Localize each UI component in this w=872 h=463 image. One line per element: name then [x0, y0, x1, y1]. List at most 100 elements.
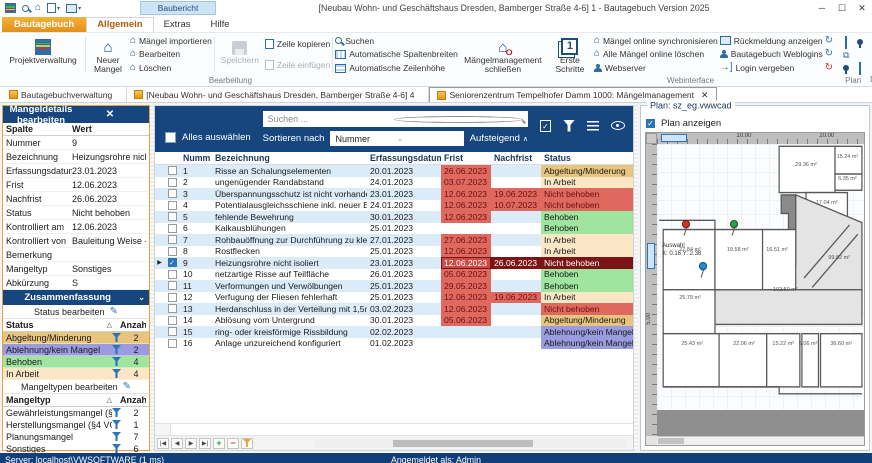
search-input[interactable]: Suchen ... — [263, 111, 528, 127]
erste-schritte-button[interactable]: 1 Erste Schritte — [548, 34, 592, 75]
filter-icon[interactable] — [112, 345, 126, 354]
plan-pin2-button[interactable] — [843, 63, 849, 74]
document-tab[interactable]: Bautagebuchverwaltung — [2, 87, 127, 102]
sort-direction-button[interactable]: Aufsteigend ∧ — [470, 133, 528, 144]
plan-pin-button[interactable] — [857, 37, 863, 48]
row-checkbox[interactable]: ✓ — [168, 281, 177, 290]
horizontal-scrollbar[interactable] — [315, 439, 627, 448]
details-row[interactable]: Bemerkung — [3, 248, 149, 262]
details-row[interactable]: Status Nicht behoben — [3, 206, 149, 220]
status-summary-row[interactable]: Ablehnung/kein Mangel 2 — [3, 344, 149, 356]
webserver-button[interactable]: Webserver — [594, 62, 718, 75]
row-checkbox[interactable]: ✓ — [168, 270, 177, 279]
row-checkbox[interactable]: ✓ — [168, 316, 177, 325]
filter-icon[interactable] — [112, 408, 126, 417]
plan-scrollbar-thumb[interactable] — [658, 438, 684, 444]
remove-row-button[interactable]: − — [227, 438, 239, 449]
weblogins-button[interactable]: Bautagebuch Weblogins — [720, 48, 823, 61]
nav-first-button[interactable]: |◀ — [157, 438, 169, 449]
row-checkbox[interactable]: ✓ — [168, 178, 177, 187]
defect-row[interactable]: ✓ 4 Potentialausgleichsschiene inkl. neu… — [155, 200, 633, 212]
nav-prev-button[interactable]: ◀ — [171, 438, 183, 449]
login-vergeben-button[interactable]: →]Login vergeben — [720, 62, 823, 75]
alle-maengel-online-loeschen-button[interactable]: ⌂Alle Mängel online löschen — [594, 48, 718, 61]
column-header-nachfrist[interactable]: Nachfrist — [491, 153, 541, 163]
document-tab[interactable]: [Neubau Wohn- und Geschäftshaus Dresden,… — [127, 87, 429, 102]
maengelmanagement-schliessen-button[interactable]: ⌂ Mängelmanagement schließen — [464, 34, 542, 75]
defect-map-pin[interactable] — [730, 220, 738, 228]
row-checkbox[interactable]: ✓ — [168, 339, 177, 348]
window-quick-icon[interactable]: ▾ — [65, 2, 82, 15]
rueckmeldung-anzeigen-button[interactable]: Rückmeldung anzeigen — [720, 34, 823, 47]
defect-map-pin[interactable] — [699, 262, 707, 270]
status-summary-row[interactable]: Abgeltung/Minderung 2 — [3, 332, 149, 344]
defect-row[interactable]: ✓ 1 Risse an Schalungselementen 20.01.20… — [155, 165, 633, 177]
ribbon-tab[interactable]: Bautagebuch — [2, 17, 86, 32]
details-row[interactable]: Frist 12.06.2023 — [3, 178, 149, 192]
edit-status-button[interactable]: Status bearbeiten ✎ — [3, 305, 149, 319]
defect-row[interactable]: ✓ 12 Verfugung der Fliesen fehlerhaft 25… — [155, 292, 633, 304]
ribbon-tab[interactable]: Allgemein — [86, 17, 153, 32]
sync-option-3-button[interactable]: ↻ — [825, 62, 833, 75]
defect-row[interactable]: ▶ ✓ 9 Heizungsrohre nicht isoliert 23.01… — [155, 257, 633, 269]
column-header-frist[interactable]: Frist — [441, 153, 491, 163]
show-plan-control[interactable]: ✓ Plan anzeigen — [645, 114, 865, 132]
maximize-button[interactable]: ☐ — [832, 1, 852, 16]
add-row-button[interactable]: + — [213, 438, 225, 449]
column-header-erfassungsdatum[interactable]: Erfassungsdatum — [367, 153, 441, 163]
filter-icon[interactable] — [112, 432, 126, 441]
row-checkbox[interactable]: ✓ — [168, 304, 177, 313]
ribbon-tab[interactable]: Hilfe — [201, 18, 240, 32]
defect-row[interactable]: ✓ 8 Rostflecken 25.01.2023 12.06.2023 In… — [155, 246, 633, 258]
auto-zeilenhoehe-button[interactable]: Automatische Zeilenhöhe — [335, 62, 458, 75]
row-checkbox[interactable]: ✓ — [168, 212, 177, 221]
grid-filter-button[interactable] — [241, 438, 253, 449]
row-checkbox[interactable]: ✓ — [168, 247, 177, 256]
nav-last-button[interactable]: ▶| — [199, 438, 211, 449]
select-all-control[interactable]: Alles auswählen — [165, 132, 251, 143]
list-view-icon[interactable] — [587, 121, 599, 131]
sync-option-2-button[interactable]: ↻ — [825, 48, 833, 61]
maengel-importieren-button[interactable]: ⌂Mängel importieren — [130, 34, 212, 47]
plan-horizontal-scrollbar[interactable] — [657, 436, 864, 445]
speichern-button[interactable]: Speichern — [217, 34, 263, 75]
column-header-status[interactable]: Status — [541, 153, 633, 163]
edit-form-icon[interactable]: ✓ — [540, 120, 551, 132]
ribbon-tab[interactable]: Extras — [154, 18, 201, 32]
select-all-checkbox[interactable] — [165, 132, 176, 143]
defect-row[interactable]: ✓ 3 Überspannungsschutz ist nicht vorhan… — [155, 188, 633, 200]
row-checkbox[interactable]: ✓ — [168, 327, 177, 336]
neuer-mangel-button[interactable]: ⌂ Neuer Mangel — [88, 34, 128, 75]
filter-icon[interactable] — [112, 420, 126, 429]
defect-row[interactable]: ✓ 7 Rohbauöffnung zur Durchführung zu kl… — [155, 234, 633, 246]
maengel-online-sync-button[interactable]: ⌂Mängel online synchronisieren — [594, 34, 718, 47]
sort-select[interactable]: Nummer ⌄ — [330, 131, 463, 146]
plan-link-button[interactable]: ⧉ — [843, 50, 849, 61]
plan-image-pin-button[interactable] — [845, 37, 847, 48]
row-checkbox[interactable]: ✓ — [168, 201, 177, 210]
projektverwaltung-quick-icon[interactable] — [4, 2, 17, 15]
details-row[interactable]: Abkürzung S — [3, 276, 149, 290]
home-quick-icon[interactable]: ⌂ — [34, 2, 42, 15]
close-button[interactable]: ✕ — [852, 1, 872, 16]
row-checkbox[interactable]: ✓ — [168, 166, 177, 175]
suchen-button[interactable]: Suchen — [335, 34, 458, 47]
column-header-bezeichnung[interactable]: Bezeichnung — [212, 153, 367, 163]
row-checkbox[interactable]: ✓ — [168, 189, 177, 198]
nav-next-button[interactable]: ▶ — [185, 438, 197, 449]
details-row[interactable]: Kontrolliert von Bauleitung Weise - ... — [3, 234, 149, 248]
show-plan-checkbox[interactable]: ✓ — [645, 118, 656, 129]
row-checkbox[interactable]: ✓ — [168, 293, 177, 302]
plan-canvas[interactable]: Auswahl X: 0.16 Y: 2.38 29.36 m²15.24 m²… — [657, 144, 864, 436]
status-summary-row[interactable]: In Arbeit 4 — [3, 368, 149, 380]
minimize-button[interactable]: ─ — [812, 1, 832, 16]
horizontal-scrollbar-thumb[interactable] — [393, 440, 533, 447]
defect-map-pin[interactable] — [682, 220, 690, 228]
row-checkbox[interactable]: ✓ — [168, 258, 177, 267]
filter-icon[interactable] — [112, 444, 126, 453]
search-quick-icon[interactable] — [21, 2, 30, 15]
row-checkbox[interactable]: ✓ — [168, 235, 177, 244]
defect-row[interactable]: ✓ 16 Anlage unzureichend konfiguriert 01… — [155, 338, 633, 350]
baubericht-button[interactable]: Baubericht — [140, 1, 216, 15]
defect-row[interactable]: ✓ 5 fehlende Bewehrung 30.01.2023 12.06.… — [155, 211, 633, 223]
